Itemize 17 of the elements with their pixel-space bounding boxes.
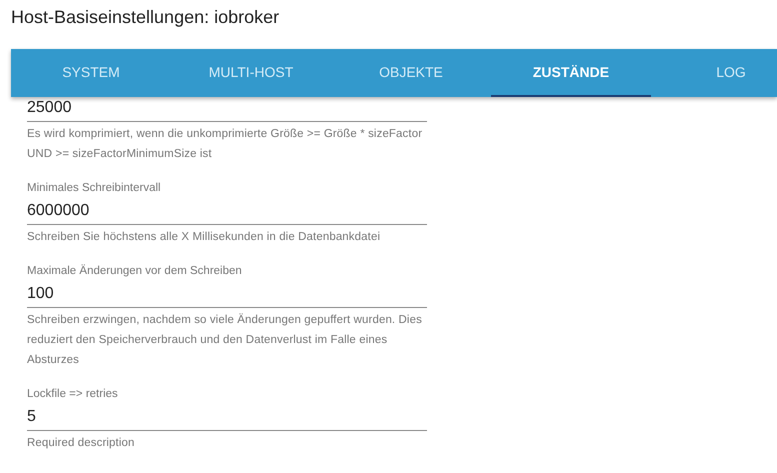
tab[interactable]: MULTI-HOST xyxy=(171,49,331,97)
input-field[interactable]: 25000 xyxy=(27,99,427,122)
helper-text: Schreiben Sie höchstens alle X Millisekunden in die Datenbankdatei xyxy=(27,230,382,245)
input-field[interactable]: 5 xyxy=(27,408,427,431)
page-title: Host-Basiseinstellungen: iobroker xyxy=(10,6,280,29)
tab[interactable]: ZUSTÄNDE xyxy=(491,49,651,97)
helper-text: Schreiben erzwingen, nachdem so viele Änderungen gepuffert wurden. Dies reduziert den Speicherverbrauch und den Datenverlust im Falle eines Absturzes xyxy=(27,312,423,368)
helper-text: Es wird komprimiert, wenn die unkomprimierte Größe >= Größe * sizeFactor UND >= sizeFactorMinimumSize ist xyxy=(27,127,424,162)
field-label: Maximale Änderungen vor dem Schreiben xyxy=(27,265,243,277)
field-label: Lockfile => retries xyxy=(27,388,119,400)
tab[interactable]: SYSTEM xyxy=(11,49,171,97)
field-label: Minimales Schreibintervall xyxy=(27,182,162,194)
tab[interactable]: LOG xyxy=(651,49,777,97)
tab[interactable]: OBJEKTE xyxy=(331,49,491,97)
helper-text: Required description xyxy=(27,436,136,451)
input-field[interactable]: 100 xyxy=(27,285,427,308)
input-field[interactable]: 6000000 xyxy=(27,202,427,225)
